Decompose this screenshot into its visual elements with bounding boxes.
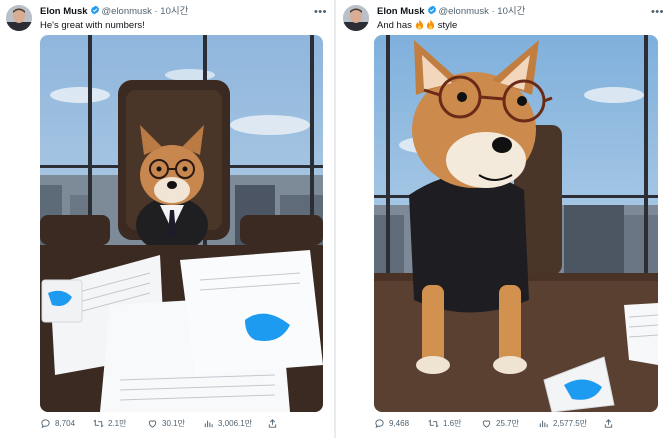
verified-badge-icon [427, 5, 436, 15]
reply-icon [41, 419, 50, 429]
reply-icon [375, 419, 384, 429]
timestamp[interactable]: 10시간 [160, 6, 188, 17]
verified-badge-icon [90, 5, 99, 15]
tweet-header: Elon Musk @elonmusk · 10시간 He's great wit… [6, 5, 327, 33]
display-name[interactable]: Elon Musk [377, 6, 425, 17]
user-line: Elon Musk @elonmusk · 10시간 [377, 5, 525, 18]
views-button[interactable]: 3,006.1만 [203, 418, 252, 429]
like-count: 25.7만 [496, 419, 519, 428]
retweet-button[interactable]: 2.1만 [93, 418, 126, 429]
views-count: 3,006.1만 [218, 419, 253, 428]
views-icon [204, 420, 213, 428]
tweet-text: He's great with numbers! [40, 20, 145, 31]
timestamp[interactable]: 10시간 [497, 6, 525, 17]
tweet-text-before: And has [377, 20, 412, 31]
share-icon [604, 419, 613, 428]
retweet-count: 2.1만 [108, 419, 127, 428]
more-icon[interactable]: ••• [651, 6, 664, 18]
column-divider [334, 0, 336, 438]
user-handle[interactable]: @elonmusk [102, 6, 152, 17]
avatar[interactable] [6, 5, 32, 31]
tweet-right[interactable]: Elon Musk @elonmusk · 10시간 And has style … [337, 0, 670, 438]
views-button[interactable]: 2,577.5만 [538, 418, 587, 429]
views-count: 2,577.5만 [553, 419, 588, 428]
like-button[interactable]: 25.7만 [481, 418, 519, 429]
reply-button[interactable]: 8,704 [40, 418, 75, 429]
views-icon [539, 420, 548, 428]
more-icon[interactable]: ••• [314, 6, 327, 18]
separator-dot: · [154, 6, 158, 17]
tweet-photo[interactable] [40, 35, 323, 412]
retweet-icon [93, 419, 104, 428]
reply-button[interactable]: 9,468 [374, 418, 409, 429]
fire-emoji-icon [415, 19, 423, 30]
share-button[interactable] [603, 418, 618, 429]
fire-emoji-icon [427, 19, 435, 30]
like-count: 30.1만 [162, 419, 185, 428]
tweet-text-after: style [437, 20, 458, 31]
retweet-count: 1.6만 [443, 419, 462, 428]
like-icon [482, 420, 491, 428]
tweet-header: Elon Musk @elonmusk · 10시간 And has style … [343, 5, 664, 33]
separator-dot: · [491, 6, 495, 17]
retweet-icon [428, 419, 439, 428]
reply-count: 9,468 [389, 419, 410, 428]
like-button[interactable]: 30.1만 [147, 418, 185, 429]
share-button[interactable] [267, 418, 282, 429]
tweet-photo[interactable] [374, 35, 658, 412]
avatar[interactable] [343, 5, 369, 31]
tweet-left[interactable]: Elon Musk @elonmusk · 10시간 He's great wit… [0, 0, 333, 438]
user-line: Elon Musk @elonmusk · 10시간 [40, 5, 188, 18]
share-icon [268, 419, 277, 428]
reply-count: 8,704 [55, 419, 76, 428]
like-icon [148, 420, 157, 428]
tweet-text: And has style [377, 19, 457, 32]
display-name[interactable]: Elon Musk [40, 6, 88, 17]
retweet-button[interactable]: 1.6만 [428, 418, 461, 429]
user-handle[interactable]: @elonmusk [439, 6, 489, 17]
